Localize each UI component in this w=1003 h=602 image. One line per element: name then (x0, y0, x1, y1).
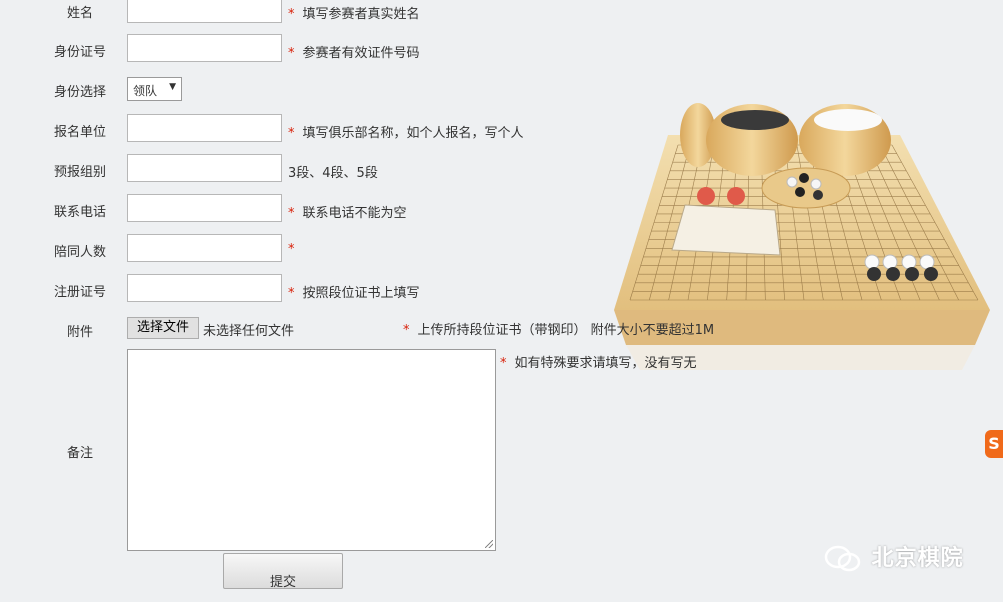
white-bowl-top (814, 109, 882, 131)
required-star: * (288, 286, 295, 301)
group-input[interactable] (127, 154, 282, 182)
wechat-icon (824, 545, 861, 572)
dropdown-arrow-icon: ▼ (169, 82, 176, 92)
organization-label: 报名单位 (53, 125, 106, 140)
organization-input[interactable] (127, 114, 282, 142)
required-star: * (288, 206, 295, 221)
phone-hint: * 联系电话不能为空 (288, 206, 407, 221)
phone-label: 联系电话 (53, 205, 106, 220)
identity-select-value: 领队 (133, 84, 158, 98)
choose-file-button[interactable]: 选择文件 (127, 317, 199, 339)
name-input[interactable] (127, 0, 282, 23)
companions-input[interactable] (127, 234, 282, 262)
book (671, 204, 781, 256)
attachment-label: 附件 (66, 325, 93, 340)
required-star: * (288, 7, 295, 22)
remarks-hint: * 如有特殊要求请填写，没有写无 (500, 356, 697, 371)
required-star: * (500, 356, 507, 371)
registration-hint: * 按照段位证书上填写 (288, 286, 420, 301)
companions-label: 陪同人数 (53, 245, 106, 260)
id-number-input[interactable] (127, 34, 282, 62)
phone-input[interactable] (127, 194, 282, 222)
identity-select[interactable]: 领队 ▼ (127, 77, 182, 101)
submit-button[interactable]: 提交 (223, 553, 343, 590)
identity-label: 身份选择 (53, 85, 106, 100)
black-bowl-top (721, 110, 789, 130)
organization-hint: * 填写俱乐部名称，如个人报名，写个人 (288, 126, 524, 141)
required-star: * (288, 46, 295, 61)
group-label: 预报组别 (53, 165, 106, 180)
name-label: 姓名 (66, 6, 93, 21)
required-star: * (288, 126, 295, 141)
wechat-watermark: 北京棋院 (823, 540, 964, 573)
side-logo-icon[interactable]: S (985, 430, 1003, 458)
required-star: * (288, 242, 295, 257)
watermark-text: 北京棋院 (871, 546, 964, 571)
resize-grip-icon[interactable] (485, 540, 493, 548)
required-star: * (403, 323, 410, 338)
book-seal (727, 187, 745, 205)
attachment-hint: * 上传所持段位证书（带钢印） 附件大小不要超过1M (403, 323, 715, 338)
registration-input[interactable] (127, 274, 282, 302)
file-status: 未选择任何文件 (203, 324, 295, 339)
id-number-hint: * 参赛者有效证件号码 (288, 46, 420, 61)
registration-label: 注册证号 (53, 285, 106, 300)
companions-hint: * (288, 242, 303, 257)
group-hint: 3段、4段、5段 (288, 166, 378, 181)
book-seal (697, 187, 715, 205)
remarks-label: 备注 (66, 446, 93, 461)
remarks-textarea[interactable] (127, 349, 496, 551)
name-hint: * 填写参赛者真实姓名 (288, 7, 420, 22)
id-number-label: 身份证号 (53, 45, 106, 60)
